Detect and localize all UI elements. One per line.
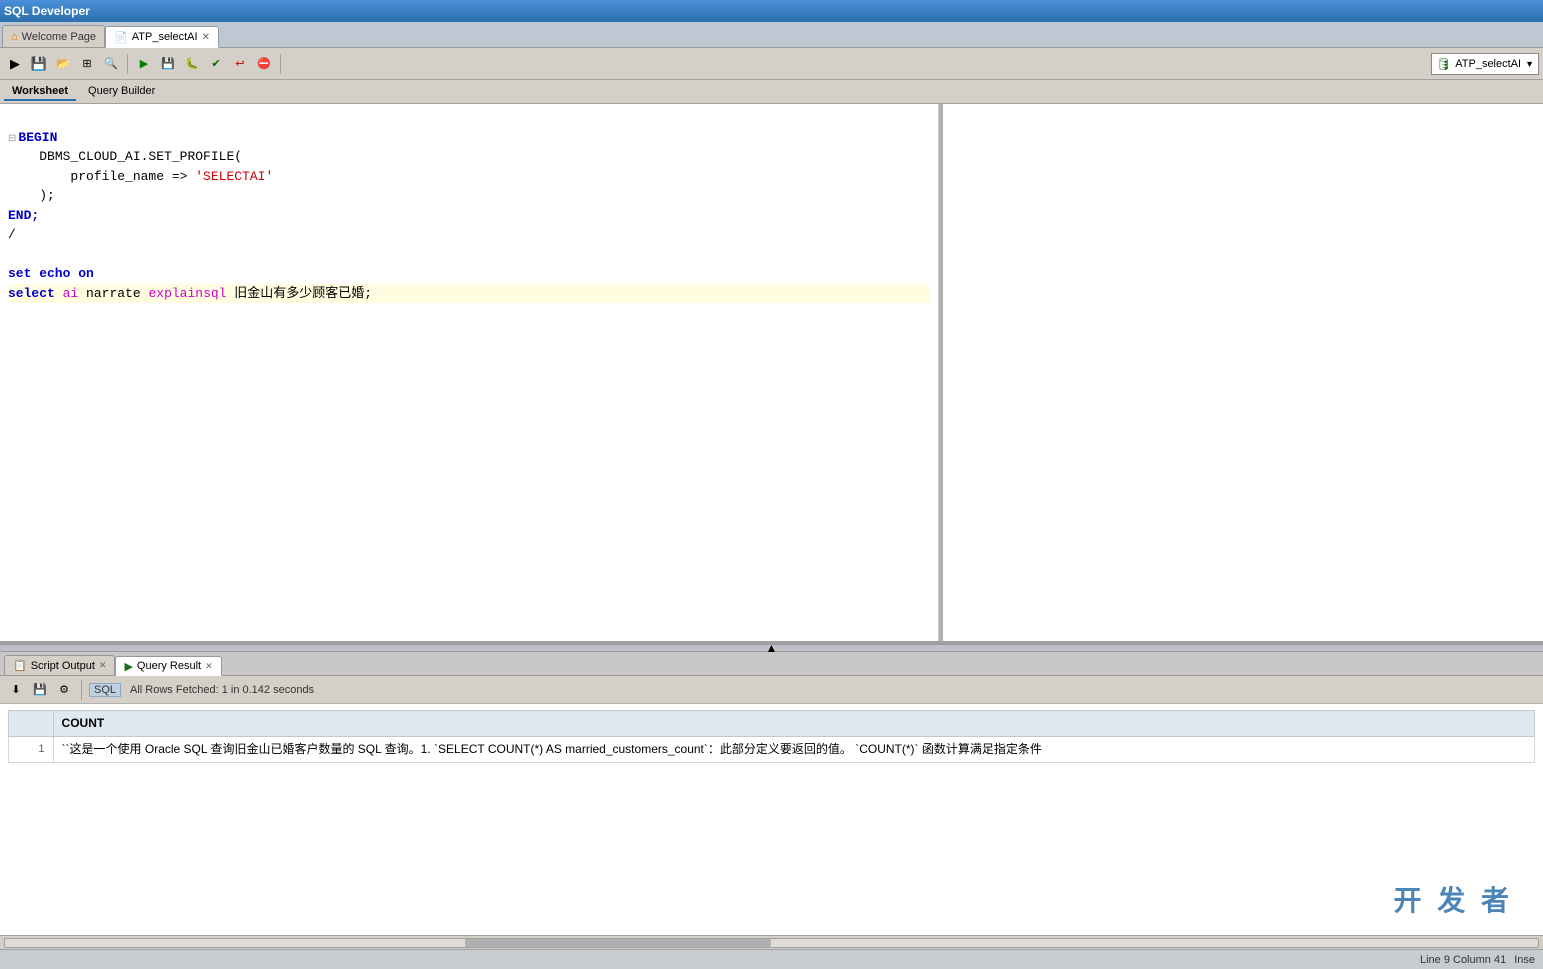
editor-panel: ⊟BEGIN DBMS_CLOUD_AI.SET_PROFILE( profil… bbox=[0, 104, 1543, 644]
narrate-kw: narrate bbox=[86, 286, 141, 301]
tab-welcome-label: Welcome Page bbox=[22, 31, 96, 43]
query-builder-tab-label: Query Builder bbox=[88, 85, 155, 97]
sql-icon: 📄 bbox=[114, 31, 128, 44]
ai-kw: ai bbox=[63, 286, 79, 301]
query-result-tab[interactable]: ▶ Query Result ✕ bbox=[115, 656, 221, 676]
scroll-thumb[interactable] bbox=[465, 939, 772, 947]
bottom-tab-bar: 📋 Script Output ✕ ▶ Query Result ✕ bbox=[0, 652, 1543, 676]
separator-1 bbox=[127, 54, 128, 74]
connection-dropdown[interactable]: 🛢 ATP_selectAI ▼ bbox=[1431, 53, 1539, 75]
save-button[interactable]: 💾 bbox=[28, 53, 50, 75]
script-output-tab[interactable]: 📋 Script Output ✕ bbox=[4, 655, 115, 675]
result-content[interactable]: COUNT 1 ``这是一个使用 Oracle SQL 查询旧金山已婚客户数量的… bbox=[0, 704, 1543, 935]
tab-bar: ⌂ Welcome Page 📄 ATP_selectAI ✕ bbox=[0, 22, 1543, 48]
refresh-button[interactable]: ⊞ bbox=[76, 53, 98, 75]
script-output-label: Script Output bbox=[31, 660, 95, 672]
count-column-header: COUNT bbox=[53, 711, 1534, 737]
search-button[interactable]: 🔍 bbox=[100, 53, 122, 75]
result-table: COUNT 1 ``这是一个使用 Oracle SQL 查询旧金山已婚客户数量的… bbox=[8, 710, 1535, 763]
chinese-query: 旧金山有多少顾客已婚; bbox=[234, 286, 372, 301]
insert-mode: Inse bbox=[1514, 954, 1535, 966]
scroll-track[interactable] bbox=[4, 938, 1539, 948]
all-rows-label: All Rows Fetched: 1 in 0.142 seconds bbox=[125, 683, 319, 697]
chevron-down-icon: ▼ bbox=[1525, 59, 1534, 69]
end-keyword: END; bbox=[8, 208, 39, 223]
tab-welcome[interactable]: ⌂ Welcome Page bbox=[2, 25, 105, 47]
title-bar: SQL Developer bbox=[0, 0, 1543, 22]
result-settings-button[interactable]: ⚙ bbox=[54, 680, 74, 700]
set-echo: set echo on bbox=[8, 266, 94, 281]
slash: / bbox=[8, 227, 16, 242]
save-all-button[interactable]: 💾 bbox=[157, 53, 179, 75]
open-button[interactable]: 📂 bbox=[52, 53, 74, 75]
editor-right bbox=[943, 104, 1543, 641]
bottom-panel: 📋 Script Output ✕ ▶ Query Result ✕ ⬇ 💾 ⚙… bbox=[0, 652, 1543, 949]
cancel-button[interactable]: ⛔ bbox=[253, 53, 275, 75]
select-kw: select bbox=[8, 286, 55, 301]
query-result-close-icon[interactable]: ✕ bbox=[205, 661, 213, 672]
result-text: ``这是一个使用 Oracle SQL 查询旧金山已婚客户数量的 SQL 查询。… bbox=[62, 742, 1042, 756]
home-icon: ⌂ bbox=[11, 31, 18, 43]
run-script-button[interactable]: ▶ bbox=[133, 53, 155, 75]
line-2-func: DBMS_CLOUD_AI.SET_PROFILE( bbox=[39, 149, 242, 164]
rollback-button[interactable]: ↩ bbox=[229, 53, 251, 75]
debug-button[interactable]: 🐛 bbox=[181, 53, 203, 75]
run-button[interactable]: ▶ bbox=[4, 53, 26, 75]
drag-handle[interactable]: ▲ bbox=[0, 644, 1543, 652]
row-num-header bbox=[9, 711, 54, 737]
download-button[interactable]: ⬇ bbox=[6, 680, 26, 700]
separator-2 bbox=[280, 54, 281, 74]
connection-label: ATP_selectAI bbox=[1455, 58, 1521, 70]
worksheet-tab-label: Worksheet bbox=[12, 85, 68, 97]
line-3-value: 'SELECTAI' bbox=[195, 169, 273, 184]
line-col-info: Line 9 Column 41 bbox=[1420, 954, 1506, 966]
app-title: SQL Developer bbox=[4, 4, 90, 18]
main-area: ⊟BEGIN DBMS_CLOUD_AI.SET_PROFILE( profil… bbox=[0, 104, 1543, 949]
tab-atp-label: ATP_selectAI bbox=[132, 31, 198, 43]
status-bar: Line 9 Column 41 Inse bbox=[0, 949, 1543, 969]
worksheet-tab[interactable]: Worksheet bbox=[4, 83, 76, 101]
database-icon: 🛢 bbox=[1436, 57, 1451, 71]
code-area[interactable]: ⊟BEGIN DBMS_CLOUD_AI.SET_PROFILE( profil… bbox=[0, 104, 938, 641]
save-result-button[interactable]: 💾 bbox=[30, 680, 50, 700]
commit-button[interactable]: ✔ bbox=[205, 53, 227, 75]
begin-keyword: BEGIN bbox=[18, 130, 57, 145]
table-row: 1 ``这是一个使用 Oracle SQL 查询旧金山已婚客户数量的 SQL 查… bbox=[9, 737, 1535, 763]
collapse-btn[interactable]: ⊟ bbox=[8, 134, 16, 145]
toolbar-sep-bottom bbox=[81, 680, 82, 700]
query-result-label: Query Result bbox=[137, 660, 201, 672]
line-3-param: profile_name => bbox=[70, 169, 195, 184]
highlighted-line[interactable]: select ai narrate explainsql 旧金山有多少顾客已婚; bbox=[8, 284, 930, 304]
script-output-close-icon[interactable]: ✕ bbox=[99, 660, 107, 671]
line-4-paren: ); bbox=[39, 188, 55, 203]
query-builder-tab[interactable]: Query Builder bbox=[80, 83, 163, 101]
tab-atp[interactable]: 📄 ATP_selectAI ✕ bbox=[105, 26, 219, 48]
toolbar: ▶ 💾 📂 ⊞ 🔍 ▶ 💾 🐛 ✔ ↩ ⛔ 🛢 ATP_selectAI ▼ bbox=[0, 48, 1543, 80]
row-number: 1 bbox=[9, 737, 54, 763]
bottom-toolbar: ⬇ 💾 ⚙ SQL All Rows Fetched: 1 in 0.142 s… bbox=[0, 676, 1543, 704]
explainsql-kw: explainsql bbox=[148, 286, 226, 301]
query-result-icon: ▶ bbox=[124, 660, 132, 673]
horizontal-scrollbar[interactable] bbox=[0, 935, 1543, 949]
result-text-cell: ``这是一个使用 Oracle SQL 查询旧金山已婚客户数量的 SQL 查询。… bbox=[53, 737, 1534, 763]
close-icon[interactable]: ✕ bbox=[202, 32, 210, 43]
sub-toolbar: Worksheet Query Builder bbox=[0, 80, 1543, 104]
sql-label[interactable]: SQL bbox=[89, 683, 121, 697]
editor-left[interactable]: ⊟BEGIN DBMS_CLOUD_AI.SET_PROFILE( profil… bbox=[0, 104, 939, 641]
script-output-icon: 📋 bbox=[13, 659, 27, 672]
